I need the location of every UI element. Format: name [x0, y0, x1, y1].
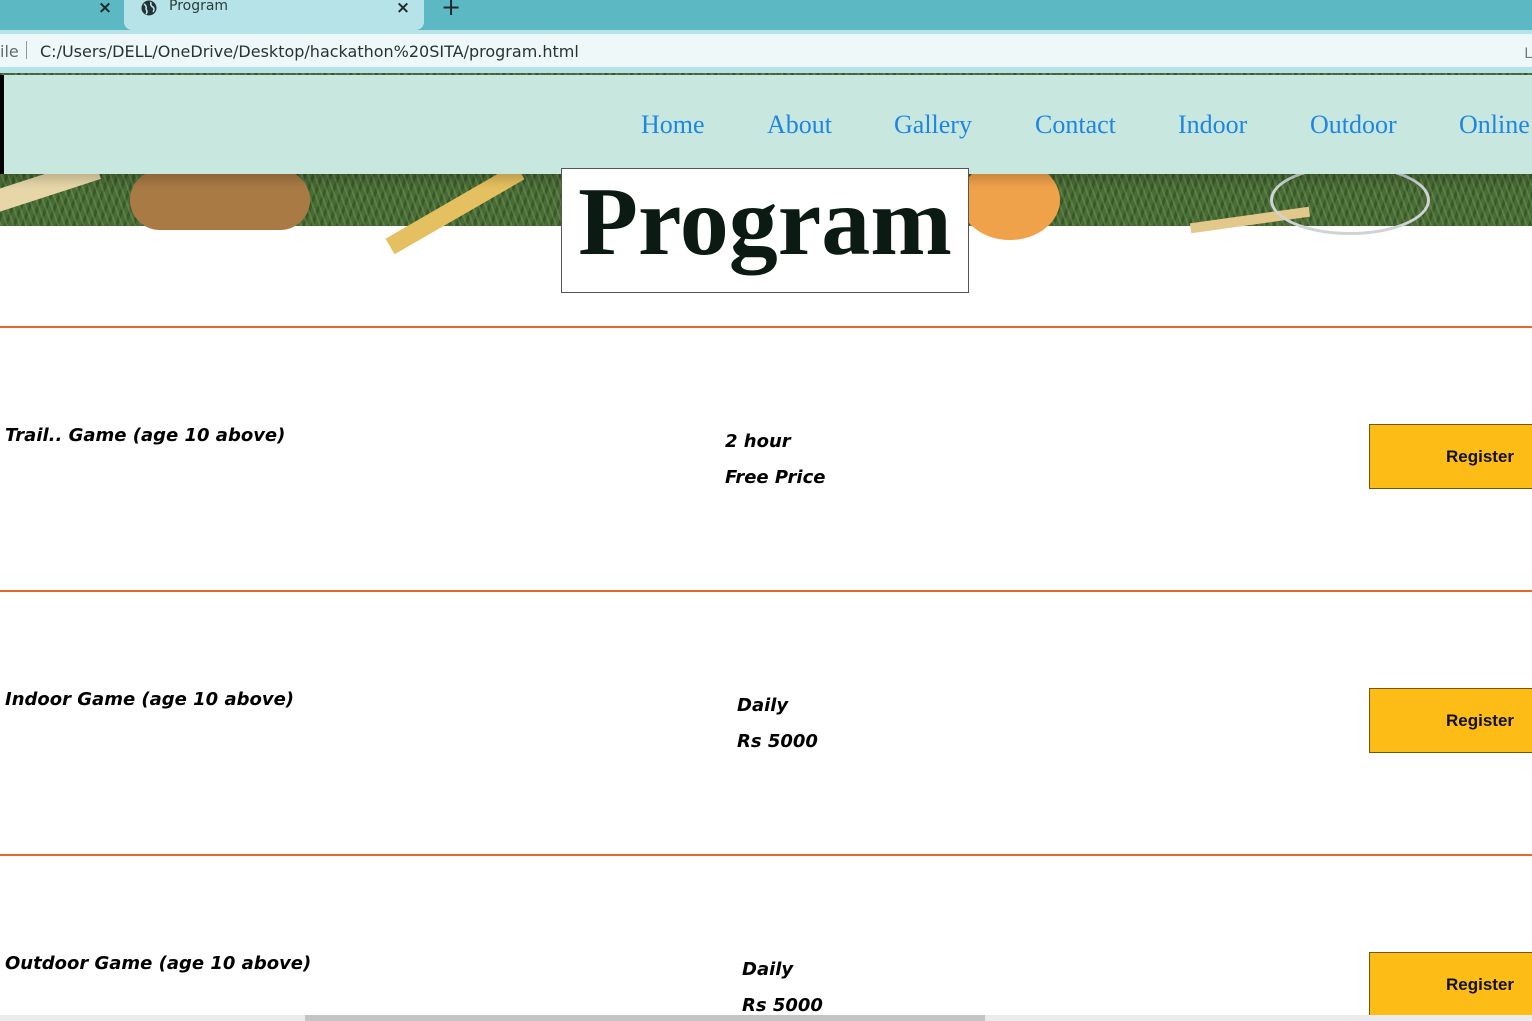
program-price: Rs 5000 [737, 731, 818, 752]
globe-icon [140, 0, 158, 18]
program-duration: Daily [742, 959, 794, 980]
register-button[interactable]: Register [1369, 424, 1532, 489]
browser-tab-previous[interactable]: × [0, 0, 118, 30]
address-divider [26, 41, 27, 59]
program-duration: 2 hour [725, 431, 791, 452]
program-duration: Daily [737, 695, 789, 716]
browser-tab-active[interactable]: Program × [124, 0, 424, 30]
tab-title: Program [169, 0, 229, 14]
program-name: Outdoor Game (age 10 above) [5, 953, 312, 974]
address-edge-fragment: L [1524, 46, 1532, 62]
address-field[interactable]: ile C:/Users/DELL/OneDrive/Desktop/hacka… [0, 34, 1532, 67]
nav-link-about[interactable]: About [767, 110, 832, 140]
address-bar: ile C:/Users/DELL/OneDrive/Desktop/hacka… [0, 30, 1532, 73]
register-button[interactable]: Register [1369, 688, 1532, 753]
browser-tab-strip: × Program × + [0, 0, 1532, 30]
program-name: Indoor Game (age 10 above) [5, 689, 295, 710]
nav-link-outdoor[interactable]: Outdoor [1310, 110, 1397, 140]
close-icon[interactable]: × [394, 0, 412, 18]
section-divider [0, 590, 1532, 592]
page-title-box: Program [561, 168, 969, 293]
nav-link-contact[interactable]: Contact [1035, 110, 1116, 140]
nav-link-online[interactable]: Online [1459, 110, 1530, 140]
program-price: Free Price [725, 467, 826, 488]
racket-shape [1270, 165, 1430, 235]
program-name: Trail.. Game (age 10 above) [5, 425, 286, 446]
horizontal-scrollbar-thumb[interactable] [305, 1015, 985, 1021]
navbar: Home About Gallery Contact Indoor Outdoo… [0, 75, 1532, 174]
address-url[interactable]: C:/Users/DELL/OneDrive/Desktop/hackathon… [40, 42, 579, 61]
address-scheme: ile [0, 42, 19, 61]
page-title: Program [578, 168, 952, 276]
glove-shape [130, 170, 310, 230]
new-tab-button[interactable]: + [440, 0, 462, 19]
register-button[interactable]: Register [1369, 952, 1532, 1017]
nav-link-gallery[interactable]: Gallery [894, 110, 972, 140]
nav-link-home[interactable]: Home [641, 110, 705, 140]
section-divider [0, 326, 1532, 328]
section-divider [0, 854, 1532, 856]
close-icon[interactable]: × [96, 0, 114, 18]
nav-link-indoor[interactable]: Indoor [1178, 110, 1247, 140]
